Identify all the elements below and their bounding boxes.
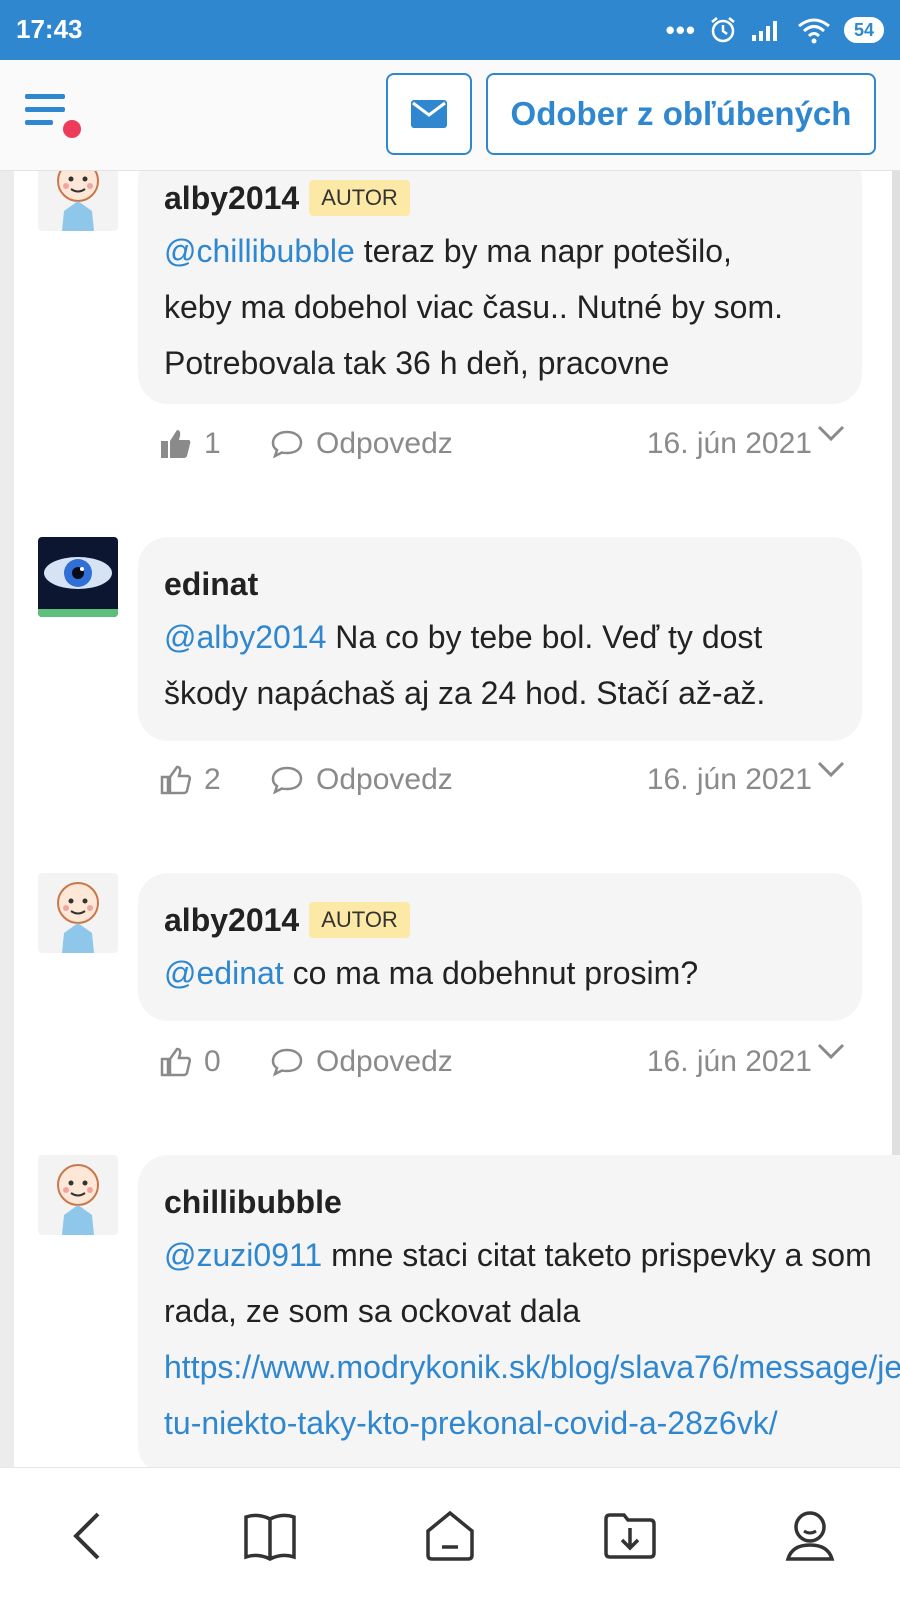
author-badge: AUTOR <box>309 902 410 938</box>
thumbs-up-icon <box>160 1047 192 1077</box>
comments-feed: alby2014 AUTOR @chillibubble teraz by ma… <box>0 171 900 1467</box>
status-bar: 17:43 ••• 54 <box>0 0 900 60</box>
girl-avatar-icon <box>38 171 118 231</box>
comment-author[interactable]: alby2014 <box>164 180 299 217</box>
top-header: Odober z obľúbených <box>0 60 900 171</box>
comment-text: @zuzi0911 mne staci citat taketo prispev… <box>164 1227 900 1451</box>
eye-avatar-icon <box>38 537 118 617</box>
speech-bubble-icon <box>271 766 303 795</box>
reply-label: Odpovedz <box>316 763 453 796</box>
chevron-down-icon[interactable] <box>816 757 846 781</box>
reply-label: Odpovedz <box>316 427 453 460</box>
speech-bubble-icon <box>271 1048 303 1077</box>
menu-icon <box>25 94 81 138</box>
comment-date: 16. jún 2021 <box>646 763 812 796</box>
url-link[interactable]: https://www.modrykonik.sk/blog/slava76/m… <box>164 1349 900 1385</box>
comment-date: 16. jún 2021 <box>646 1045 812 1078</box>
download-folder-icon <box>604 1513 656 1559</box>
comment-bubble: edinat @alby2014 Na co by tebe bol. Veď … <box>138 537 862 741</box>
battery-indicator: 54 <box>843 17 884 43</box>
comment-date: 16. jún 2021 <box>646 427 812 460</box>
menu-button[interactable] <box>22 90 92 150</box>
comment-bubble: chillibubble @zuzi0911 mne staci citat t… <box>138 1155 900 1467</box>
thread-line <box>0 171 14 1467</box>
comment-text: @edinat co ma ma dobehnut prosim? <box>164 945 836 1001</box>
reply-button[interactable]: Odpovedz <box>270 763 453 797</box>
like-count: 1 <box>204 427 221 460</box>
more-dots-icon: ••• <box>665 15 696 45</box>
url-link[interactable]: tu-niekto-taky-kto-prekonal-covid-a-28z6… <box>164 1405 778 1441</box>
girl-avatar-icon <box>38 873 118 953</box>
home-button[interactable] <box>420 1506 480 1566</box>
status-time: 17:43 <box>16 14 83 44</box>
bottom-navigation <box>0 1467 900 1601</box>
reply-button[interactable]: Odpovedz <box>270 427 453 461</box>
like-button[interactable]: 2 <box>160 763 221 797</box>
text-line: keby ma dobehol viac času.. Nutné by som… <box>164 289 783 325</box>
comment-bubble: alby2014 AUTOR @chillibubble teraz by ma… <box>138 171 862 404</box>
thumbs-up-icon <box>160 765 192 795</box>
message-button[interactable] <box>386 73 472 155</box>
avatar[interactable] <box>38 873 118 953</box>
comment-bubble: alby2014 AUTOR @edinat co ma ma dobehnut… <box>138 873 862 1021</box>
book-icon <box>244 1513 296 1561</box>
reply-label: Odpovedz <box>316 1045 453 1078</box>
comment-actions: 2 Odpovedz 16. jún 2021 <box>160 757 860 807</box>
home-icon <box>426 1510 474 1561</box>
reply-button[interactable]: Odpovedz <box>270 1045 453 1079</box>
speech-bubble-icon <box>271 430 303 459</box>
comment-author[interactable]: chillibubble <box>164 1184 342 1221</box>
comment-author[interactable]: edinat <box>164 566 258 603</box>
unfavorite-button[interactable]: Odober z obľúbených <box>486 73 876 155</box>
avatar[interactable] <box>38 537 118 617</box>
like-count: 2 <box>204 763 221 796</box>
comment-actions: 1 Odpovedz 16. jún 2021 <box>160 421 860 471</box>
like-count: 0 <box>204 1045 221 1078</box>
chevron-down-icon[interactable] <box>816 1039 846 1063</box>
text-line: Potrebovala tak 36 h deň, pracovne <box>164 345 670 381</box>
user-icon <box>785 1511 835 1561</box>
comment-text: @chillibubble teraz by ma napr potešilo,… <box>164 223 836 391</box>
mention-link[interactable]: @edinat <box>164 955 284 991</box>
like-button[interactable]: 0 <box>160 1045 221 1079</box>
downloads-button[interactable] <box>600 1506 660 1566</box>
text-line: Na co by tebe bol. Veď ty dost <box>326 619 763 655</box>
mention-link[interactable]: @alby2014 <box>164 619 326 655</box>
comment-author[interactable]: alby2014 <box>164 902 299 939</box>
text-line: mne staci citat taketo prispevky a som <box>322 1237 872 1273</box>
alarm-icon <box>711 17 735 43</box>
text-line: co ma ma dobehnut prosim? <box>283 955 699 991</box>
chevron-down-icon[interactable] <box>816 421 846 445</box>
signal-icon <box>751 21 777 41</box>
text-line: teraz by ma napr potešilo, <box>354 233 732 269</box>
chevron-left-icon <box>73 1512 100 1560</box>
like-button[interactable]: 1 <box>160 427 221 461</box>
text-line: škody napáchaš aj za 24 hod. Stačí až-až… <box>164 675 766 711</box>
author-badge: AUTOR <box>309 180 410 216</box>
comment-text: @alby2014 Na co by tebe bol. Veď ty dost… <box>164 609 836 721</box>
thumbs-up-filled-icon <box>161 430 191 458</box>
mention-link[interactable]: @chillibubble <box>164 233 355 269</box>
envelope-icon <box>411 100 447 128</box>
text-line: rada, ze som sa ockovat dala <box>164 1293 581 1329</box>
mention-link[interactable]: @zuzi0911 <box>164 1237 322 1273</box>
reading-button[interactable] <box>240 1506 300 1566</box>
back-button[interactable] <box>58 1506 118 1566</box>
wifi-icon <box>798 18 830 44</box>
profile-button[interactable] <box>780 1506 840 1566</box>
girl-avatar-icon <box>38 1155 118 1235</box>
avatar[interactable] <box>38 171 118 231</box>
comment-actions: 0 Odpovedz 16. jún 2021 <box>160 1039 860 1089</box>
avatar[interactable] <box>38 1155 118 1235</box>
status-icons: ••• 54 <box>666 12 884 48</box>
scrollbar[interactable] <box>892 171 900 1291</box>
